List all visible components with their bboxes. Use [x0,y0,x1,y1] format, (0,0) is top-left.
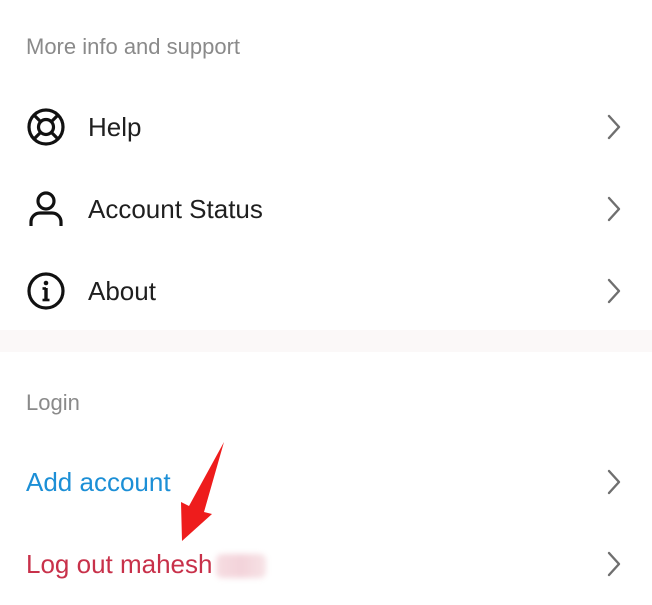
add-account-row[interactable]: Add account [0,441,652,523]
logout-row[interactable]: Log out mahesh [0,523,652,605]
about-label: About [88,275,156,306]
person-icon [24,187,68,231]
chevron-right-icon [604,194,624,224]
about-row[interactable]: About [0,250,652,332]
redacted-username [216,553,267,578]
chevron-right-icon [604,549,624,579]
section-header-login: Login [26,390,80,415]
logout-label: Log out mahesh [26,548,213,579]
section-divider [0,330,652,352]
chevron-right-icon [604,112,624,142]
account-status-label: Account Status [88,193,263,224]
info-icon [24,269,68,313]
lifebuoy-icon [24,105,68,149]
chevron-right-icon [604,467,624,497]
logout-label-wrapper: Log out mahesh [26,548,267,580]
add-account-label: Add account [26,466,171,497]
help-label: Help [88,111,142,142]
account-status-row[interactable]: Account Status [0,168,652,250]
section-header-more-info: More info and support [26,34,241,59]
chevron-right-icon [604,276,624,306]
help-row[interactable]: Help [0,86,652,168]
